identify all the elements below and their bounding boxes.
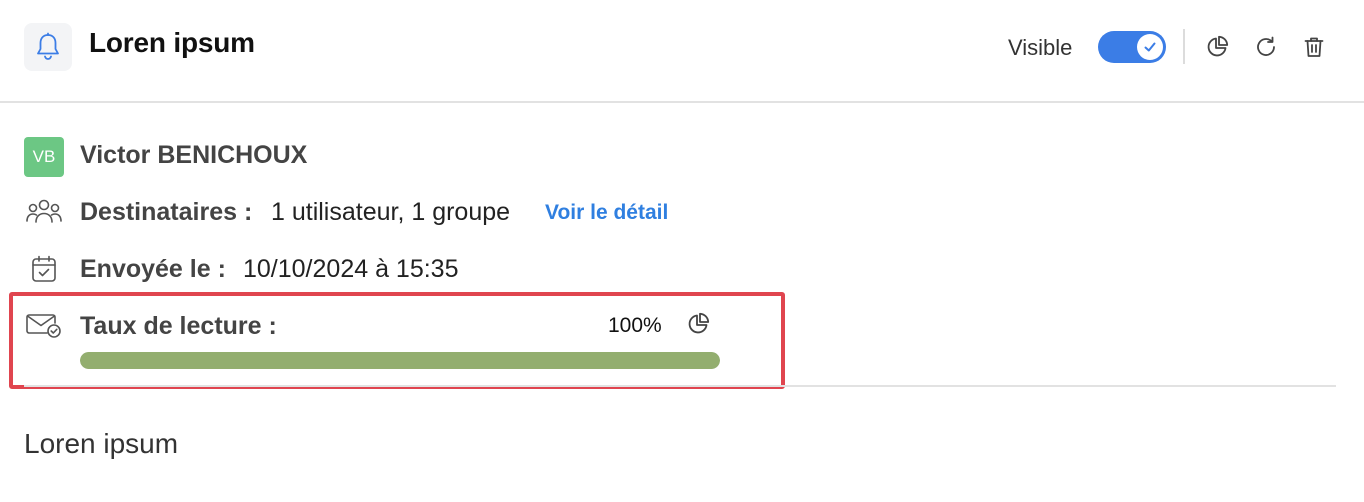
recipients-value: 1 utilisateur, 1 groupe — [271, 198, 511, 226]
read-rate-progress-bar — [80, 352, 720, 369]
view-detail-link[interactable]: Voir le détail — [545, 201, 668, 225]
trash-icon[interactable] — [1301, 34, 1327, 60]
read-rate-label: Taux de lecture : — [80, 312, 277, 340]
bell-icon — [24, 23, 72, 71]
refresh-icon[interactable] — [1253, 34, 1279, 60]
author-name: Victor BENICHOUX — [80, 141, 308, 169]
header-divider — [1183, 29, 1185, 64]
read-rate-percent: 100% — [608, 314, 662, 337]
read-rate-pie-chart-icon[interactable] — [685, 311, 711, 337]
page-title: Loren ipsum — [89, 27, 255, 58]
pie-chart-icon[interactable] — [1204, 34, 1230, 60]
section-divider — [24, 385, 1336, 387]
visible-toggle[interactable] — [1098, 31, 1166, 63]
notification-body: Loren ipsum — [24, 428, 179, 459]
calendar-check-icon — [29, 253, 59, 285]
header: Loren ipsum Visible — [0, 0, 1364, 103]
sent-label: Envoyée le : — [80, 255, 226, 283]
read-rate-progress-fill — [80, 352, 720, 369]
avatar: VB — [24, 137, 64, 177]
recipients-label: Destinataires : — [80, 198, 253, 226]
check-icon — [1137, 34, 1163, 60]
sent-value: 10/10/2024 à 15:35 — [243, 255, 459, 283]
notification-detail-page: Loren ipsum Visible VB Victor BENICHOUX … — [0, 0, 1364, 502]
visible-label: Visible — [1008, 35, 1073, 60]
mail-read-icon — [25, 310, 63, 340]
users-group-icon — [25, 196, 63, 230]
